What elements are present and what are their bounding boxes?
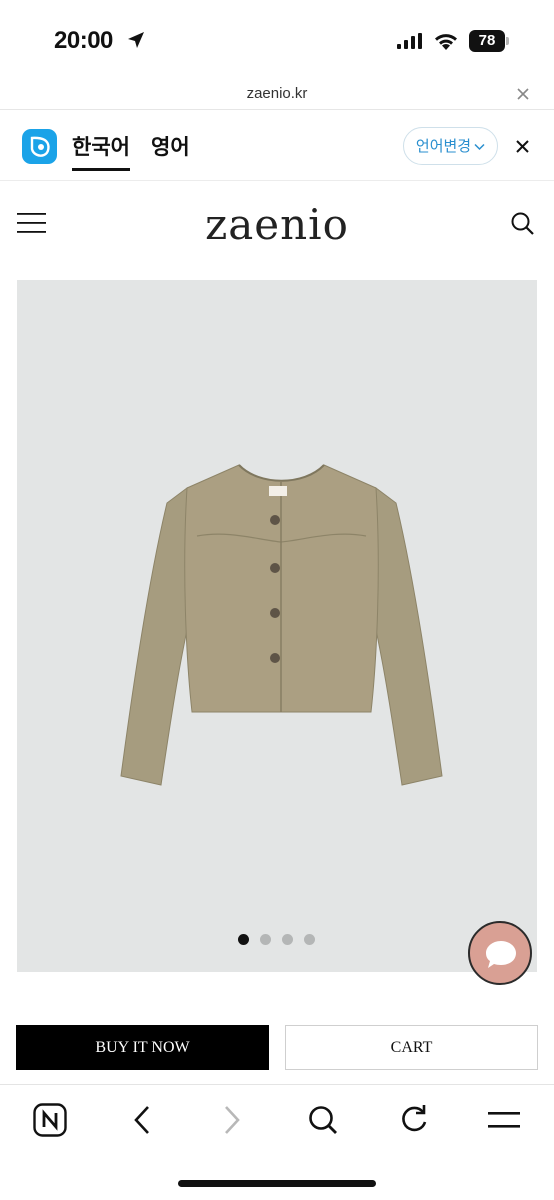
url-domain[interactable]: zaenio.kr bbox=[0, 85, 554, 102]
search-icon[interactable] bbox=[307, 1103, 339, 1137]
change-language-label: 언어변경 bbox=[415, 137, 472, 155]
home-indicator bbox=[178, 1180, 376, 1187]
product-image[interactable] bbox=[17, 280, 537, 972]
papago-translate-icon bbox=[22, 129, 57, 164]
url-close-icon[interactable] bbox=[516, 87, 530, 101]
battery-nub bbox=[506, 37, 509, 45]
translate-bar: 한국어 영어 언어변경 bbox=[0, 111, 554, 181]
status-time: 20:00 bbox=[54, 27, 113, 54]
back-icon[interactable] bbox=[130, 1103, 154, 1137]
chat-bubble-icon bbox=[486, 941, 516, 968]
site-logo[interactable]: zaenio bbox=[0, 200, 554, 249]
jacket-image bbox=[120, 464, 443, 786]
browser-toolbar bbox=[0, 1084, 554, 1200]
change-language-button[interactable]: 언어변경 bbox=[403, 127, 498, 165]
carousel-dot[interactable] bbox=[304, 934, 315, 945]
chat-button[interactable] bbox=[468, 921, 532, 985]
battery-indicator: 78 bbox=[469, 30, 505, 52]
reload-icon[interactable] bbox=[398, 1103, 430, 1137]
url-bar[interactable]: zaenio.kr bbox=[0, 80, 554, 110]
cellular-signal-icon bbox=[397, 33, 422, 49]
wifi-icon bbox=[435, 34, 457, 50]
buy-now-button[interactable]: BUY IT NOW bbox=[16, 1025, 269, 1070]
forward-icon[interactable] bbox=[220, 1103, 244, 1137]
carousel-dots bbox=[238, 934, 315, 945]
tab-korean[interactable]: 한국어 bbox=[72, 131, 130, 171]
site-header: zaenio bbox=[0, 182, 554, 272]
search-icon[interactable] bbox=[510, 211, 536, 237]
location-arrow-icon bbox=[128, 32, 144, 48]
translate-close-icon[interactable] bbox=[515, 139, 530, 154]
tab-english[interactable]: 영어 bbox=[151, 131, 190, 161]
cart-button[interactable]: CART bbox=[285, 1025, 538, 1070]
chevron-down-icon bbox=[474, 129, 485, 165]
naver-home-icon[interactable] bbox=[33, 1103, 67, 1137]
status-bar: 20:00 78 bbox=[0, 0, 554, 80]
carousel-dot[interactable] bbox=[238, 934, 249, 945]
menu-icon[interactable] bbox=[487, 1103, 521, 1137]
carousel-dot[interactable] bbox=[282, 934, 293, 945]
carousel-dot[interactable] bbox=[260, 934, 271, 945]
